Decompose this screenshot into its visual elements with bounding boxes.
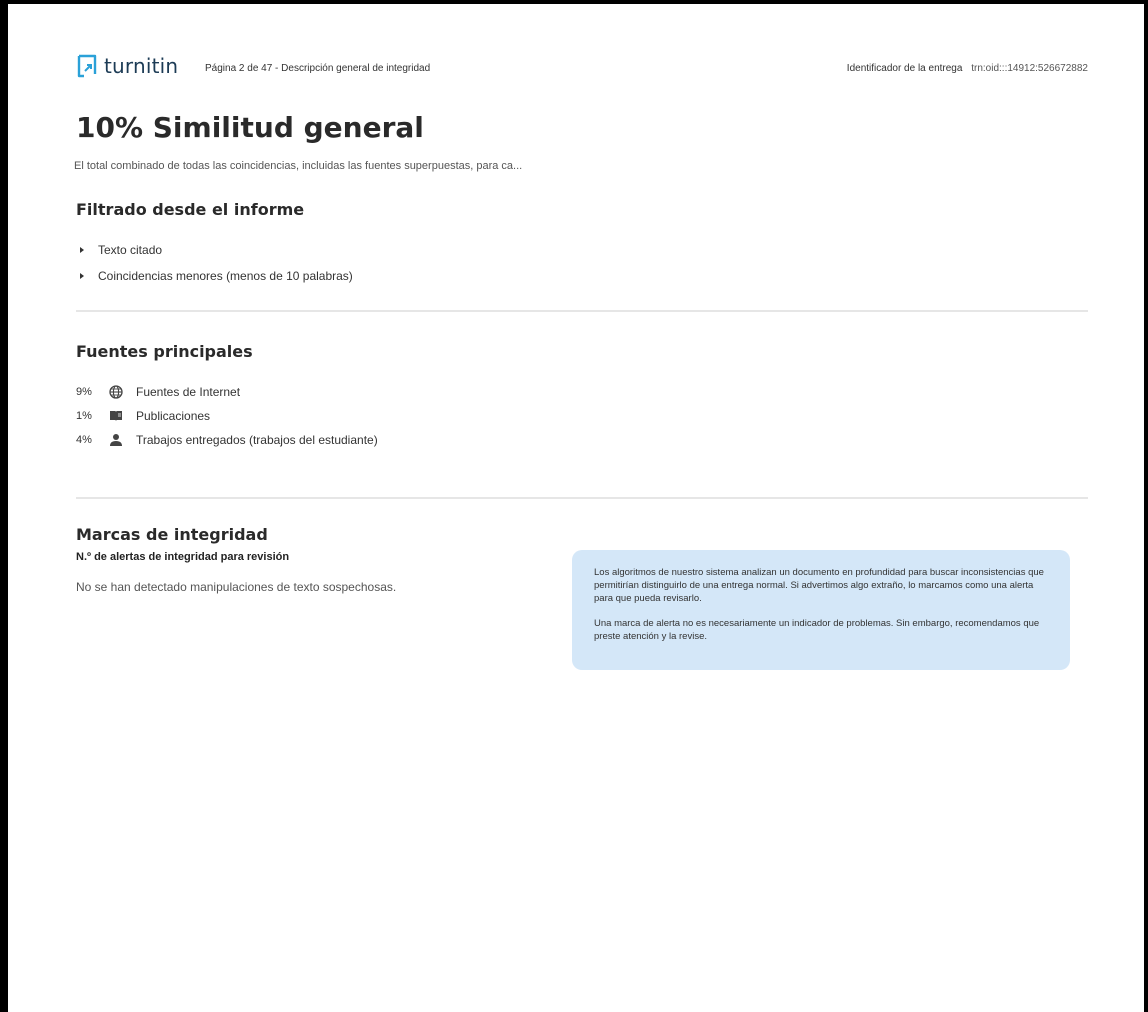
turnitin-logo: turnitin bbox=[76, 54, 178, 78]
filtered-item-label: Texto citado bbox=[98, 243, 163, 257]
info-paragraph: Una marca de alerta no es necesariamente… bbox=[594, 618, 1040, 642]
source-percent: 9% bbox=[76, 386, 92, 398]
source-row-publications: 1% Publicaciones bbox=[76, 404, 378, 428]
submission-id-label: Identificador de la entrega bbox=[846, 63, 963, 74]
similarity-description: El total combinado de todas las coincide… bbox=[74, 160, 523, 172]
bullet-icon bbox=[80, 247, 84, 253]
turnitin-logo-icon bbox=[77, 54, 97, 78]
sources-list: 9% Fuentes de Internet 1% Publicaciones … bbox=[76, 380, 378, 452]
sources-heading: Fuentes principales bbox=[76, 342, 253, 361]
filtered-item-label: Coincidencias menores (menos de 10 palab… bbox=[98, 269, 353, 283]
integrity-heading: Marcas de integridad bbox=[76, 525, 268, 544]
integrity-info-box: Los algoritmos de nuestro sistema analiz… bbox=[572, 550, 1070, 670]
source-row-internet: 9% Fuentes de Internet bbox=[76, 380, 378, 404]
submission-id: Identificador de la entrega trn:oid:::14… bbox=[847, 63, 1088, 74]
submission-id-value: trn:oid:::14912:526672882 bbox=[971, 63, 1088, 74]
book-icon bbox=[108, 408, 124, 424]
person-icon bbox=[108, 432, 124, 448]
source-label: Trabajos entregados (trabajos del estudi… bbox=[136, 433, 378, 447]
source-label: Fuentes de Internet bbox=[136, 385, 241, 399]
source-percent: 4% bbox=[76, 434, 92, 446]
source-label: Publicaciones bbox=[136, 409, 211, 423]
filtered-list: Texto citado Coincidencias menores (meno… bbox=[76, 237, 353, 289]
info-paragraph: Los algoritmos de nuestro sistema analiz… bbox=[594, 567, 1044, 604]
globe-icon bbox=[108, 384, 124, 400]
page-info: Página 2 de 47 - Descripción general de … bbox=[205, 63, 431, 74]
similarity-title: 10% Similitud general bbox=[76, 111, 424, 144]
source-row-submitted-works: 4% Trabajos entregados (trabajos del est… bbox=[76, 428, 378, 452]
filtered-heading: Filtrado desde el informe bbox=[76, 200, 305, 219]
logo-wordmark: turnitin bbox=[104, 54, 179, 78]
filtered-item: Texto citado bbox=[76, 237, 353, 263]
report-header: turnitin Página 2 de 47 - Descripción ge… bbox=[76, 50, 1088, 86]
page-frame bbox=[0, 0, 1148, 1012]
section-divider bbox=[76, 497, 1088, 499]
bullet-icon bbox=[80, 273, 84, 279]
integrity-alerts-label: N.º de alertas de integridad para revisi… bbox=[76, 551, 290, 563]
integrity-alerts-note: No se han detectado manipulaciones de te… bbox=[76, 580, 397, 594]
section-divider bbox=[76, 310, 1088, 312]
source-percent: 1% bbox=[76, 410, 92, 422]
filtered-item: Coincidencias menores (menos de 10 palab… bbox=[76, 263, 353, 289]
